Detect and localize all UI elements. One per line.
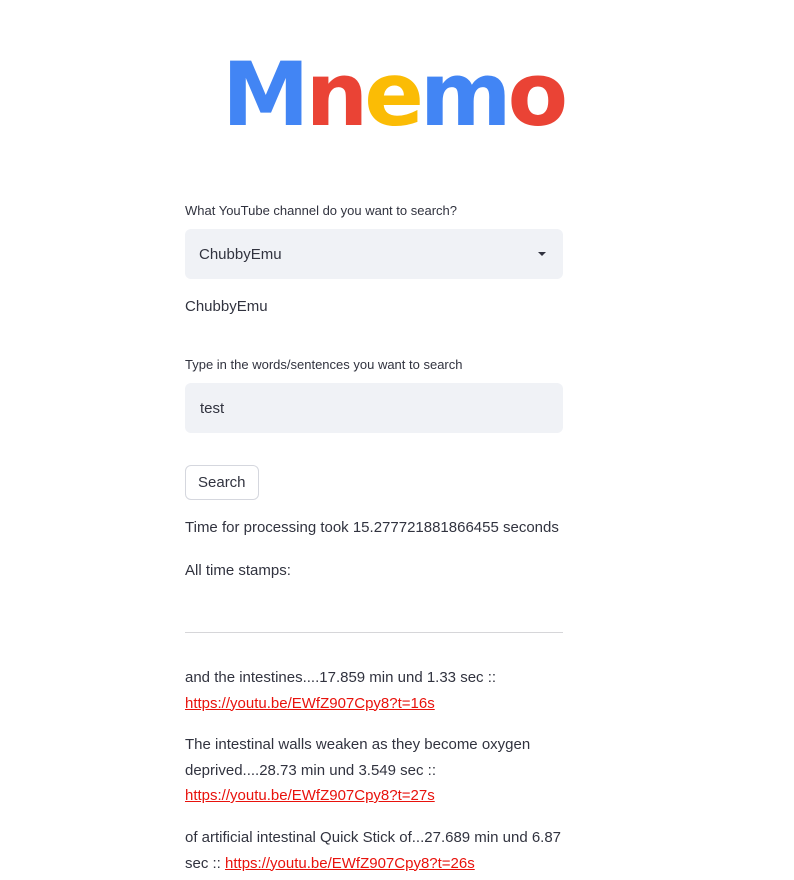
result-link[interactable]: https://youtu.be/EWfZ907Cpy8?t=27s (185, 787, 435, 804)
logo-letter: m (419, 43, 512, 146)
result-item: The intestinal walls weaken as they beco… (185, 732, 563, 809)
logo-letter: o (507, 43, 569, 146)
timestamps-heading: All time stamps: (185, 562, 291, 579)
logo-letter: e (364, 43, 424, 146)
search-input[interactable] (185, 383, 563, 433)
result-text: and the intestines....17.859 min und 1.3… (185, 669, 497, 686)
result-link[interactable]: https://youtu.be/EWfZ907Cpy8?t=16s (185, 695, 435, 712)
chevron-down-icon (538, 252, 546, 256)
selected-channel-text: ChubbyEmu (185, 298, 268, 315)
result-item: of artificial intestinal Quick Stick of.… (185, 825, 563, 876)
result-text: The intestinal walls weaken as they beco… (185, 736, 531, 779)
channel-select-value: ChubbyEmu (199, 245, 282, 263)
processing-time-text: Time for processing took 15.277721881866… (185, 519, 559, 536)
logo-letter: n (305, 43, 369, 146)
logo-letter: M (222, 43, 310, 146)
search-button[interactable]: Search (185, 465, 259, 500)
search-input-label: Type in the words/sentences you want to … (185, 357, 463, 372)
channel-select-label: What YouTube channel do you want to sear… (185, 203, 457, 218)
result-item: and the intestines....17.859 min und 1.3… (185, 665, 563, 716)
mnemo-logo: Mnemo (222, 43, 569, 146)
result-link[interactable]: https://youtu.be/EWfZ907Cpy8?t=26s (225, 855, 475, 872)
channel-select[interactable]: ChubbyEmu (185, 229, 563, 279)
divider (185, 632, 563, 633)
